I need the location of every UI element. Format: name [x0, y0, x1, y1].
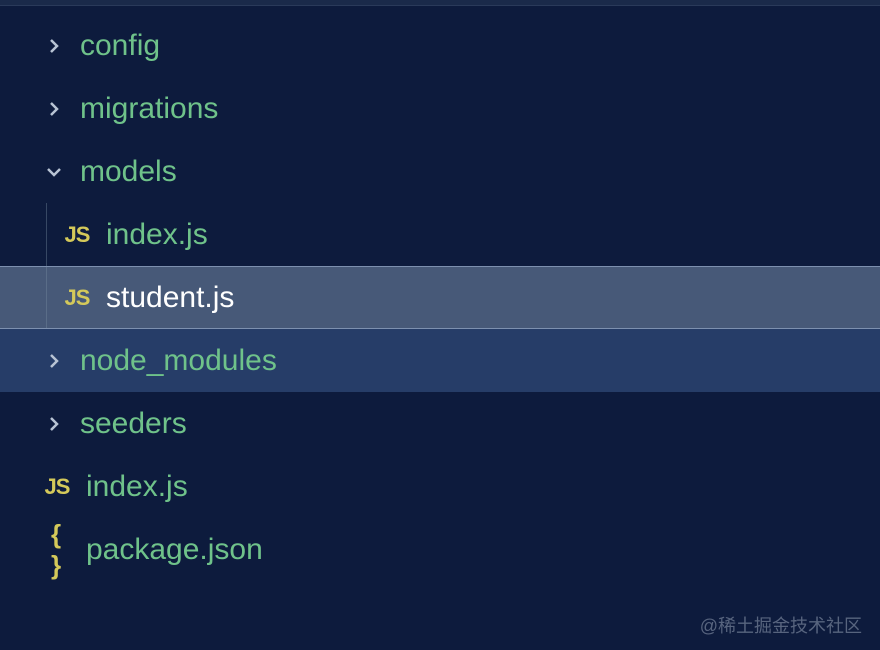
- folder-label: node_modules: [80, 344, 277, 378]
- file-label: index.js: [106, 218, 208, 252]
- folder-config[interactable]: config: [0, 14, 880, 77]
- js-icon: JS: [42, 474, 72, 500]
- folder-migrations[interactable]: migrations: [0, 77, 880, 140]
- js-icon: JS: [62, 222, 92, 248]
- file-student-js[interactable]: JS student.js: [0, 266, 880, 329]
- folder-models[interactable]: models: [0, 140, 880, 203]
- file-package-json[interactable]: { } package.json: [0, 518, 880, 581]
- chevron-right-icon: [42, 34, 66, 58]
- js-icon: JS: [62, 285, 92, 311]
- chevron-right-icon: [42, 97, 66, 121]
- folder-label: config: [80, 29, 160, 63]
- json-icon: { }: [42, 519, 72, 581]
- watermark: @稀土掘金技术社区: [700, 612, 862, 638]
- file-label: package.json: [86, 533, 263, 567]
- folder-label: seeders: [80, 407, 187, 441]
- folder-seeders[interactable]: seeders: [0, 392, 880, 455]
- file-tree: config migrations models JS index.js JS …: [0, 6, 880, 581]
- file-index-js[interactable]: JS index.js: [0, 203, 880, 266]
- file-label: student.js: [106, 281, 234, 315]
- chevron-right-icon: [42, 412, 66, 436]
- folder-label: migrations: [80, 92, 218, 126]
- chevron-right-icon: [42, 349, 66, 373]
- indent-guide: [46, 267, 47, 328]
- chevron-down-icon: [42, 160, 66, 184]
- indent-guide: [46, 203, 47, 266]
- folder-node-modules[interactable]: node_modules: [0, 329, 880, 392]
- file-label: index.js: [86, 470, 188, 504]
- folder-label: models: [80, 155, 177, 189]
- file-root-index-js[interactable]: JS index.js: [0, 455, 880, 518]
